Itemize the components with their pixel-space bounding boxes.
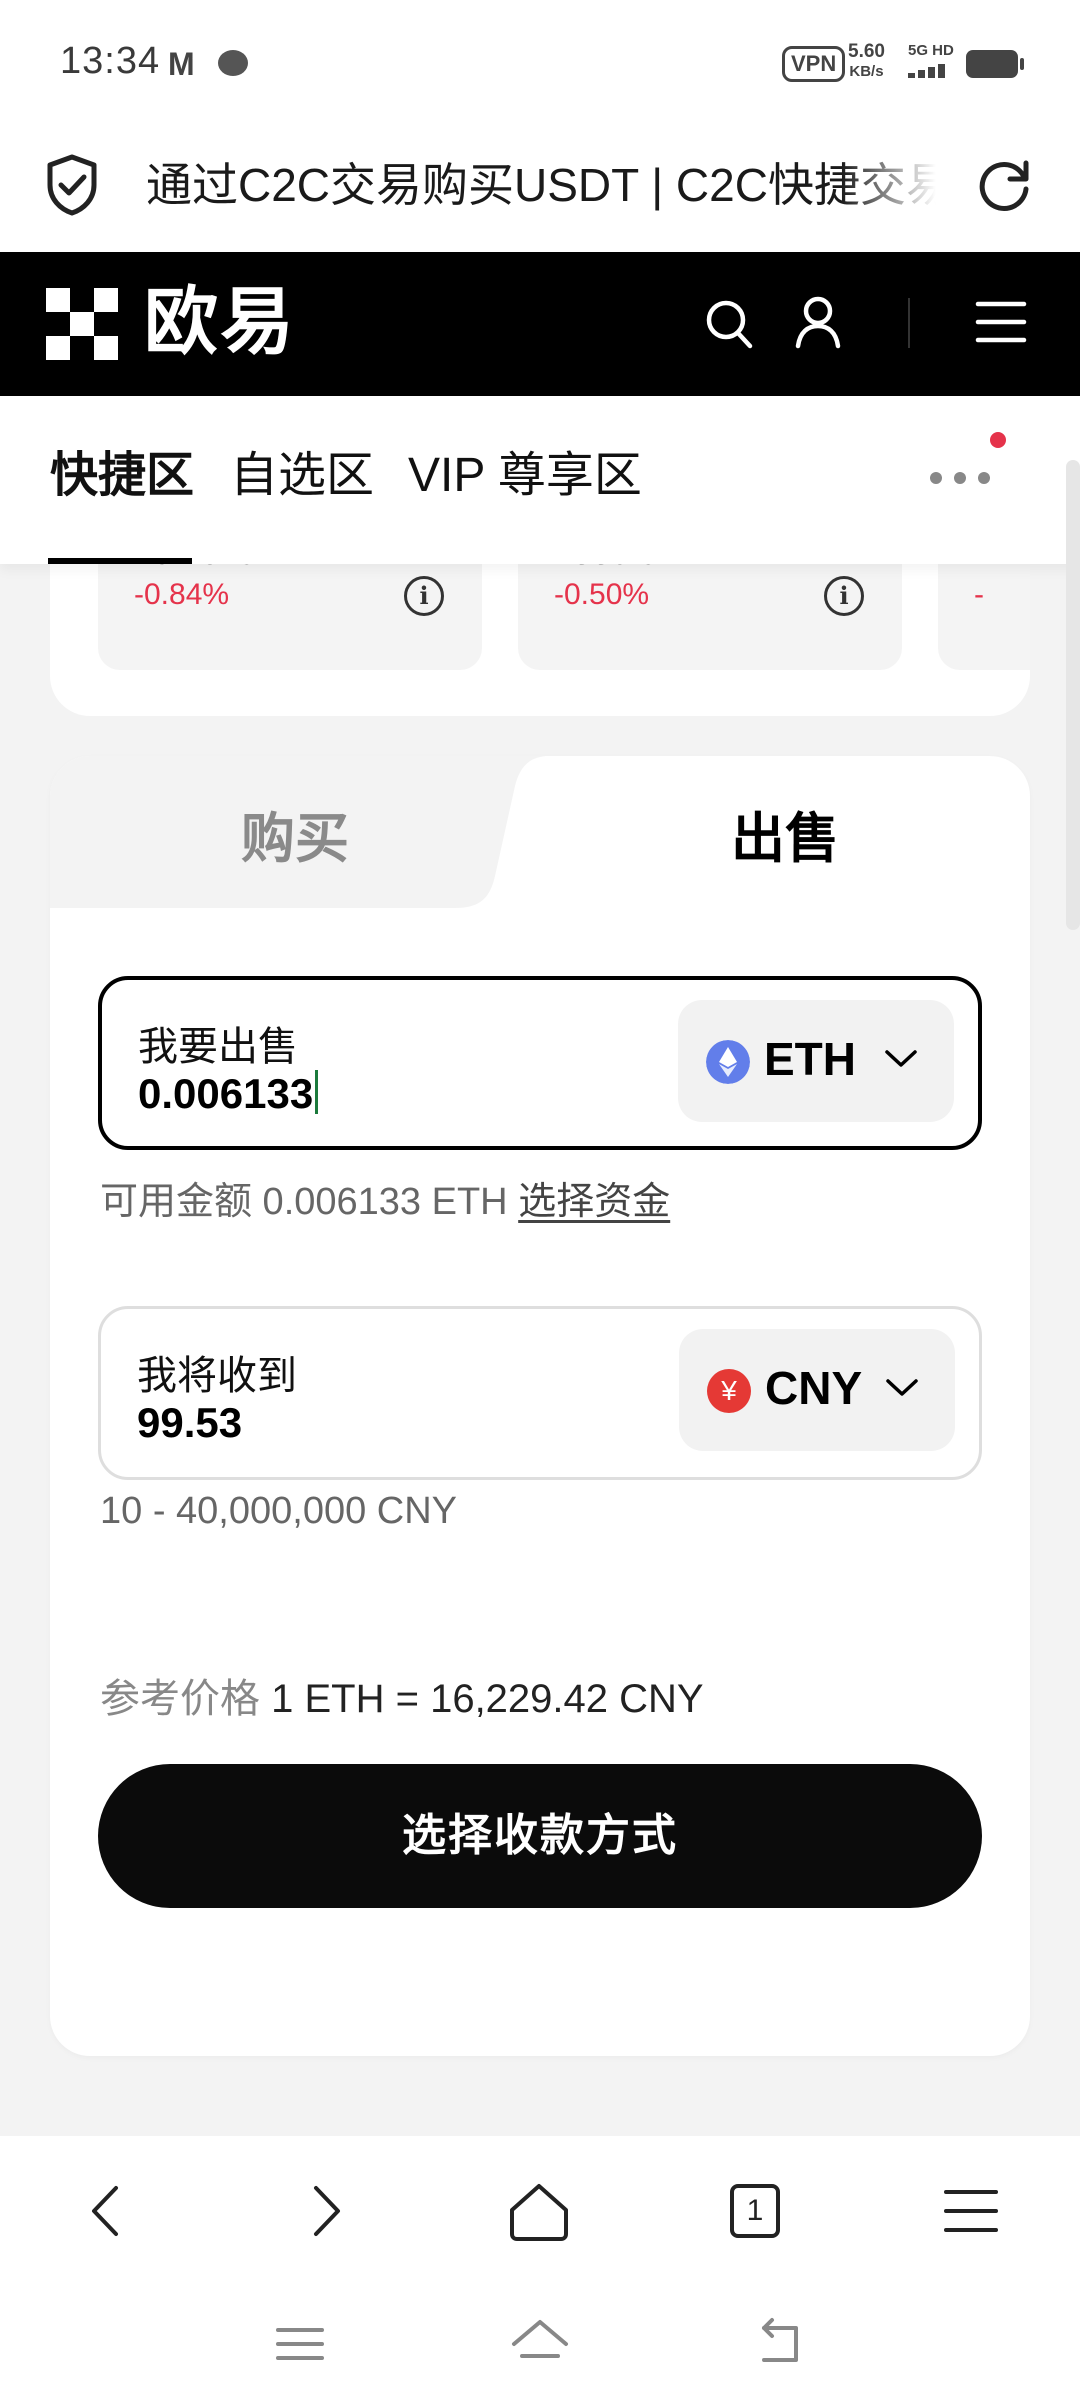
sell-amount-label: 我要出售 xyxy=(138,1025,298,1069)
info-icon[interactable]: i xyxy=(404,576,444,616)
brand-name[interactable]: 欧易 xyxy=(144,280,296,364)
back-icon[interactable] xyxy=(72,2176,142,2246)
select-funds-link[interactable]: 选择资金 xyxy=(518,1181,670,1223)
amount-limit: 10 - 40,000,000 CNY xyxy=(100,1490,458,1532)
okx-logo-icon[interactable] xyxy=(46,288,118,360)
sell-amount-field[interactable]: 我要出售 0.006133 ETH xyxy=(98,976,982,1150)
network-type: 5G HD xyxy=(908,42,954,59)
active-tab-indicator xyxy=(48,558,192,564)
tab-vip-zone[interactable]: VIP 尊享区 xyxy=(408,446,642,506)
tab-quick-zone[interactable]: 快捷区 xyxy=(50,446,194,506)
vpn-badge: VPN xyxy=(782,46,846,82)
user-icon[interactable] xyxy=(792,294,844,350)
search-icon[interactable] xyxy=(704,296,756,352)
market-change: -0.84% xyxy=(134,578,230,611)
network-speed: 5.60 KB/s xyxy=(848,42,885,82)
reference-price-value: 1 ETH = 16,229.42 CNY xyxy=(271,1677,704,1721)
tabs-button[interactable]: 1 xyxy=(720,2176,790,2246)
cny-icon: ¥ xyxy=(707,1369,751,1413)
trade-panel: 购买 出售 我要出售 0.006133 ETH 可用金额 0.006133 ET… xyxy=(50,756,1030,2056)
menu-icon[interactable] xyxy=(936,2176,1006,2246)
reload-icon[interactable] xyxy=(976,155,1034,213)
notification-dot xyxy=(990,432,1006,448)
scrollbar[interactable] xyxy=(1066,460,1080,930)
system-navigation xyxy=(0,2284,1080,2408)
gmail-icon: M xyxy=(168,46,195,82)
browser-url-bar[interactable]: 通过C2C交易购买USDT | C2C快捷交易 xyxy=(0,125,1080,252)
trade-tabs: 购买 出售 xyxy=(50,756,1030,908)
security-shield-icon[interactable] xyxy=(44,153,100,217)
zone-tabs: 快捷区 自选区 VIP 尊享区 xyxy=(0,396,1080,564)
receive-currency-label: CNY xyxy=(765,1362,863,1414)
receive-amount-field[interactable]: 我将收到 99.53 ¥ CNY xyxy=(98,1306,982,1480)
sell-amount-input[interactable]: 0.006133 xyxy=(138,1070,319,1118)
available-text: 可用金额 0.006133 ETH xyxy=(100,1181,508,1223)
sell-coin-label: ETH xyxy=(764,1033,856,1085)
home-icon[interactable] xyxy=(504,2176,574,2246)
market-change: -0.50% xyxy=(554,578,650,611)
browser-toolbar: 1 xyxy=(0,2136,1080,2284)
select-payment-method-button[interactable]: 选择收款方式 xyxy=(98,1764,982,1908)
battery-icon xyxy=(966,50,1024,78)
eth-icon xyxy=(706,1040,750,1084)
market-change: - xyxy=(974,578,984,611)
tab-sell[interactable]: 出售 xyxy=(540,794,1030,873)
available-balance: 可用金额 0.006133 ETH 选择资金 xyxy=(100,1170,670,1225)
header-divider xyxy=(908,298,910,348)
speed-unit: KB/s xyxy=(849,63,884,80)
receive-currency-selector[interactable]: ¥ CNY xyxy=(679,1329,955,1451)
system-home-icon[interactable] xyxy=(510,2314,570,2374)
app-header: 欧易 xyxy=(0,252,1080,396)
page-title[interactable]: 通过C2C交易购买USDT | C2C快捷交易 xyxy=(146,155,936,215)
system-back-icon[interactable] xyxy=(750,2314,810,2374)
sell-coin-selector[interactable]: ETH xyxy=(678,1000,954,1122)
more-icon[interactable] xyxy=(926,468,996,488)
forward-icon[interactable] xyxy=(290,2176,360,2246)
speed-value: 5.60 xyxy=(848,41,885,62)
receive-amount-value[interactable]: 99.53 xyxy=(137,1399,242,1447)
status-time: 13:34 xyxy=(60,40,161,82)
tab-custom-zone[interactable]: 自选区 xyxy=(230,446,374,506)
info-icon[interactable]: i xyxy=(824,576,864,616)
tab-buy[interactable]: 购买 xyxy=(50,794,540,873)
recents-icon[interactable] xyxy=(270,2314,330,2374)
status-bar: 13:34 M VPN 5.60 KB/s 5G HD xyxy=(0,0,1080,125)
chevron-down-icon xyxy=(886,1379,918,1396)
chevron-down-icon xyxy=(885,1050,917,1067)
signal-icon xyxy=(908,62,954,78)
sell-amount-value[interactable]: 0.006133 xyxy=(138,1070,313,1117)
message-icon xyxy=(218,50,248,76)
menu-icon[interactable] xyxy=(974,298,1028,346)
text-caret xyxy=(315,1070,319,1114)
reference-price: 参考价格 1 ETH = 16,229.42 CNY xyxy=(100,1666,704,1724)
reference-price-label: 参考价格 xyxy=(100,1677,260,1721)
tab-count: 1 xyxy=(730,2184,780,2238)
receive-amount-label: 我将收到 xyxy=(137,1354,297,1398)
